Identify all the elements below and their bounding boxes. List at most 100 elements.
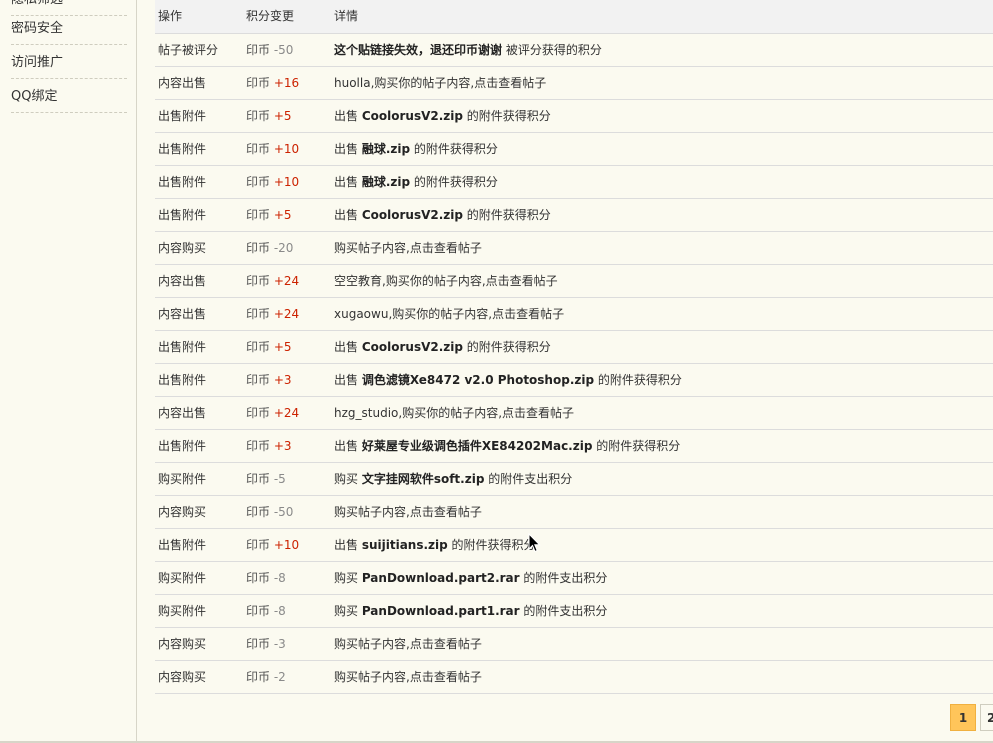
row-action: 出售附件 [158,142,207,156]
table-row: 购买附件 印币 -8 购买 PanDownload.part2.rar 的附件支出积… [155,562,993,595]
sidebar: 隐私筛选 密码安全 访问推广 QQ绑定 [0,0,137,741]
row-detail[interactable]: 购买帖子内容,点击查看帖子 [334,232,482,264]
row-credit-change: 印币 +5 [246,331,292,363]
row-detail[interactable]: huolla,购买你的帖子内容,点击查看帖子 [334,67,546,99]
credit-unit: 印币 [246,670,271,684]
detail-text: 的附件获得积分 [592,439,681,453]
detail-text: 的附件获得积分 [594,373,682,387]
page-next[interactable]: 2 [980,704,993,731]
credit-amount: +5 [273,109,292,123]
row-action: 内容出售 [158,406,207,420]
row-action: 内容出售 [158,274,207,288]
row-action: 购买附件 [158,472,207,486]
detail-highlight: CoolorusV2.zip [361,208,463,222]
detail-text: 购买 [334,604,362,618]
row-detail[interactable]: 购买 文字挂网软件soft.zip 的附件支出积分 [334,463,572,495]
sidebar-item-password-security[interactable]: 密码安全 [11,12,127,45]
row-detail[interactable]: 出售 好莱屋专业级调色插件XE84202Mac.zip 的附件获得积分 [334,430,680,462]
row-detail[interactable]: 出售 融球.zip 的附件获得积分 [334,133,498,165]
row-credit-change: 印币 -5 [246,463,286,495]
row-action: 出售附件 [158,175,207,189]
detail-text: hzg_studio,购买你的帖子内容,点击查看帖子 [334,406,575,420]
credit-unit: 印币 [246,142,271,156]
row-detail[interactable]: 出售 suijitians.zip 的附件获得积分 [334,529,536,561]
detail-text: 的附件获得积分 [447,538,536,552]
credit-amount: +10 [273,142,300,156]
table-row: 出售附件 印币 +3 出售 调色滤镜Xe8472 v2.0 Photoshop.zi… [155,364,993,397]
sidebar-item-referral[interactable]: 访问推广 [11,46,127,79]
detail-text: 购买帖子内容,点击查看帖子 [334,670,482,684]
row-detail[interactable]: 出售 CoolorusV2.zip 的附件获得积分 [334,199,551,231]
detail-highlight: PanDownload.part1.rar [361,604,520,618]
row-detail[interactable]: 出售 CoolorusV2.zip 的附件获得积分 [334,331,551,363]
row-action: 购买附件 [158,604,207,618]
row-detail[interactable]: 空空教育,购买你的帖子内容,点击查看帖子 [334,265,558,297]
credit-amount: -8 [273,604,286,618]
row-detail[interactable]: 出售 调色滤镜Xe8472 v2.0 Photoshop.zip 的附件获得积分 [334,364,682,396]
detail-text: 出售 [334,208,362,222]
credit-unit: 印币 [246,340,271,354]
row-action: 内容购买 [158,637,207,651]
table-row: 内容出售 印币 +24 hzg_studio,购买你的帖子内容,点击查看帖子 [155,397,993,430]
row-credit-change: 印币 +10 [246,166,299,198]
table-row: 购买附件 印币 -5 购买 文字挂网软件soft.zip 的附件支出积分 [155,463,993,496]
table-row: 内容出售 印币 +24 空空教育,购买你的帖子内容,点击查看帖子 [155,265,993,298]
sidebar-item-qq-binding[interactable]: QQ绑定 [11,80,127,113]
row-detail[interactable]: 购买帖子内容,点击查看帖子 [334,628,482,660]
detail-text: 的附件支出积分 [484,472,573,486]
row-action: 出售附件 [158,439,207,453]
credit-unit: 印币 [246,109,271,123]
table-row: 出售附件 印币 +5 出售 CoolorusV2.zip 的附件获得积分 [155,100,993,133]
row-detail[interactable]: hzg_studio,购买你的帖子内容,点击查看帖子 [334,397,574,429]
row-action: 内容出售 [158,76,207,90]
credit-amount: -8 [273,571,286,585]
row-action: 购买附件 [158,571,207,585]
credit-amount: +24 [273,274,300,288]
credit-amount: +5 [273,208,292,222]
row-action: 内容购买 [158,505,207,519]
credit-unit: 印币 [246,175,271,189]
row-detail[interactable]: 购买 PanDownload.part2.rar 的附件支出积分 [334,562,607,594]
credit-unit: 印币 [246,538,271,552]
detail-text: 出售 [334,373,362,387]
row-action: 出售附件 [158,373,207,387]
row-action: 内容购买 [158,241,207,255]
detail-text: 的附件支出积分 [519,604,608,618]
detail-text: 购买 [334,571,362,585]
detail-highlight: 调色滤镜Xe8472 v2.0 Photoshop.zip [361,373,595,387]
header-detail: 详情 [334,9,359,23]
credit-amount: +5 [273,340,292,354]
detail-highlight: PanDownload.part2.rar [361,571,520,585]
mouse-pointer-icon [528,532,542,556]
table-row: 内容购买 印币 -20 购买帖子内容,点击查看帖子 [155,232,993,265]
detail-text: 的附件获得积分 [410,175,498,189]
row-detail[interactable]: 这个贴链接失效，退还印币谢谢 被评分获得的积分 [334,34,602,66]
detail-highlight: 这个贴链接失效，退还印币谢谢 [334,43,503,57]
row-detail[interactable]: 购买帖子内容,点击查看帖子 [334,661,482,693]
detail-highlight: CoolorusV2.zip [361,340,463,354]
row-detail[interactable]: 出售 融球.zip 的附件获得积分 [334,166,498,198]
credit-log-table: 操作 积分变更 详情 帖子被评分 印币 -50 这个贴链接失效，退还印币谢谢 被评分… [155,0,993,694]
detail-text: 出售 [334,175,362,189]
header-credit-change: 积分变更 [246,9,295,23]
row-credit-change: 印币 +16 [246,67,299,99]
detail-text: 出售 [334,340,362,354]
credit-amount: -50 [273,43,294,57]
detail-text: xugaowu,购买你的帖子内容,点击查看帖子 [334,307,565,321]
credit-amount: -3 [273,637,286,651]
row-credit-change: 印币 +3 [246,364,292,396]
row-detail[interactable]: xugaowu,购买你的帖子内容,点击查看帖子 [334,298,564,330]
row-detail[interactable]: 购买 PanDownload.part1.rar 的附件支出积分 [334,595,607,627]
row-credit-change: 印币 +5 [246,199,292,231]
row-detail[interactable]: 购买帖子内容,点击查看帖子 [334,496,482,528]
row-action: 出售附件 [158,208,207,222]
table-row: 内容购买 印币 -50 购买帖子内容,点击查看帖子 [155,496,993,529]
credit-unit: 印币 [246,637,271,651]
detail-text: huolla,购买你的帖子内容,点击查看帖子 [334,76,547,90]
row-detail[interactable]: 出售 CoolorusV2.zip 的附件获得积分 [334,100,551,132]
detail-highlight: 融球.zip [361,175,411,189]
page-current[interactable]: 1 [950,704,976,731]
detail-text: 出售 [334,538,362,552]
credit-amount: -2 [273,670,286,684]
row-credit-change: 印币 -2 [246,661,286,693]
